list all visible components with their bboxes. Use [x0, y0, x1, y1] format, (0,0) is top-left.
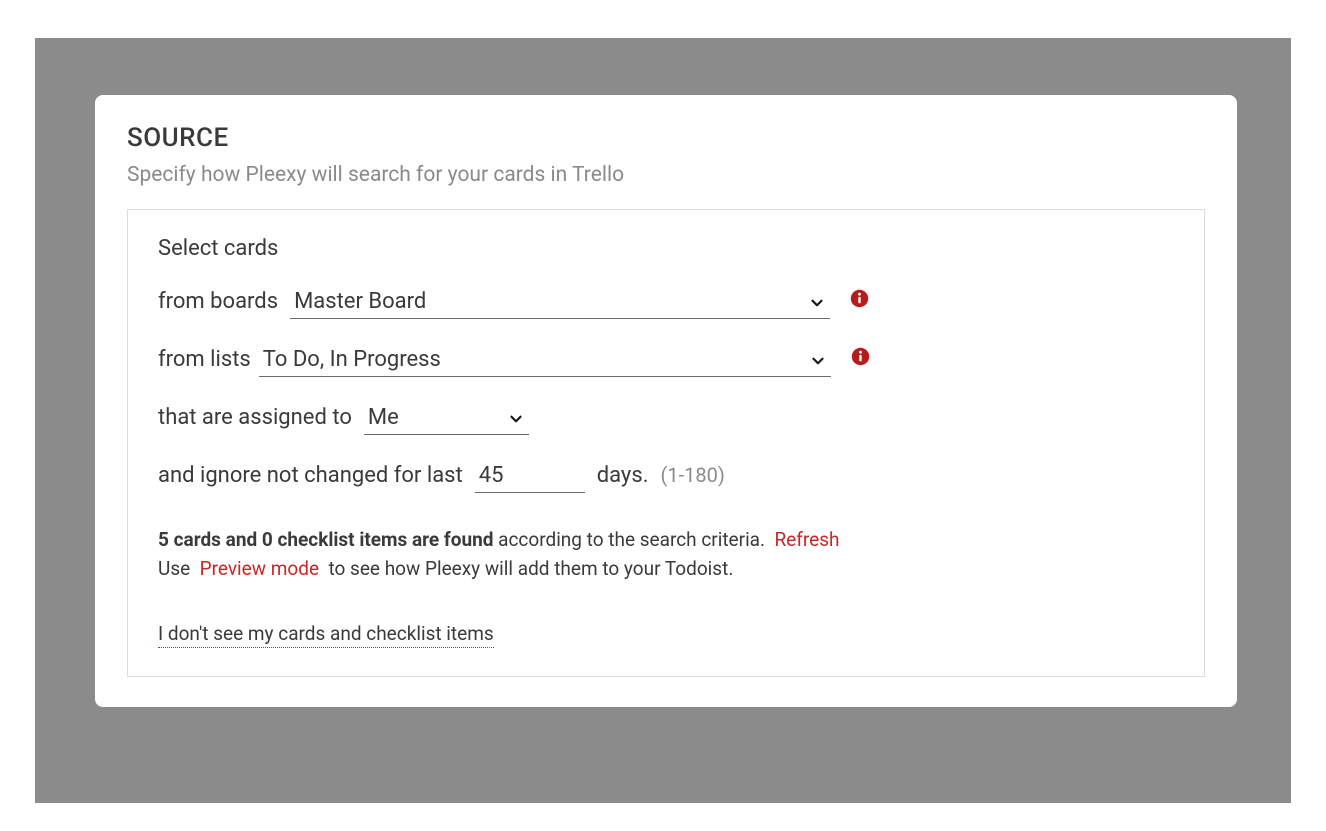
row-assigned-to: that are assigned to Me — [158, 403, 1174, 435]
row-from-boards: from boards Master Board — [158, 287, 1174, 319]
source-settings-card: SOURCE Specify how Pleexy will search fo… — [95, 95, 1237, 707]
boards-select[interactable]: Master Board — [290, 287, 830, 319]
result-line2-before: Use — [158, 557, 195, 580]
panel-heading: Select cards — [158, 236, 1174, 261]
ignore-days-input[interactable] — [475, 461, 585, 493]
section-subtitle: Specify how Pleexy will search for your … — [127, 163, 1205, 187]
section-title: SOURCE — [127, 123, 1205, 153]
select-cards-panel: Select cards from boards Master Board fr… — [127, 209, 1205, 677]
ignore-label-after: days. — [597, 463, 649, 488]
help-missing-cards-link[interactable]: I don't see my cards and checklist items — [158, 622, 494, 648]
refresh-link[interactable]: Refresh — [774, 528, 839, 551]
lists-select[interactable]: To Do, In Progress — [259, 345, 831, 377]
info-icon[interactable] — [850, 289, 869, 308]
assigned-select[interactable]: Me — [364, 403, 529, 435]
preview-mode-link[interactable]: Preview mode — [200, 557, 319, 580]
ignore-label-before: and ignore not changed for last — [158, 463, 463, 488]
ignore-range-hint: (1-180) — [661, 463, 725, 487]
lists-select-value[interactable]: To Do, In Progress — [259, 345, 831, 377]
from-boards-label: from boards — [158, 289, 278, 314]
row-ignore-days: and ignore not changed for last days. (1… — [158, 461, 1174, 493]
result-count: 5 cards and 0 checklist items are found — [158, 528, 493, 551]
row-from-lists: from lists To Do, In Progress — [158, 345, 1174, 377]
result-line2-after: to see how Pleexy will add them to your … — [324, 557, 734, 580]
assigned-select-value[interactable]: Me — [364, 403, 529, 435]
result-summary: 5 cards and 0 checklist items are found … — [158, 525, 1174, 584]
result-after-strong: according to the search criteria. — [493, 528, 769, 551]
from-lists-label: from lists — [158, 347, 251, 372]
assigned-to-label: that are assigned to — [158, 405, 352, 430]
boards-select-value[interactable]: Master Board — [290, 287, 830, 319]
info-icon[interactable] — [851, 347, 870, 366]
